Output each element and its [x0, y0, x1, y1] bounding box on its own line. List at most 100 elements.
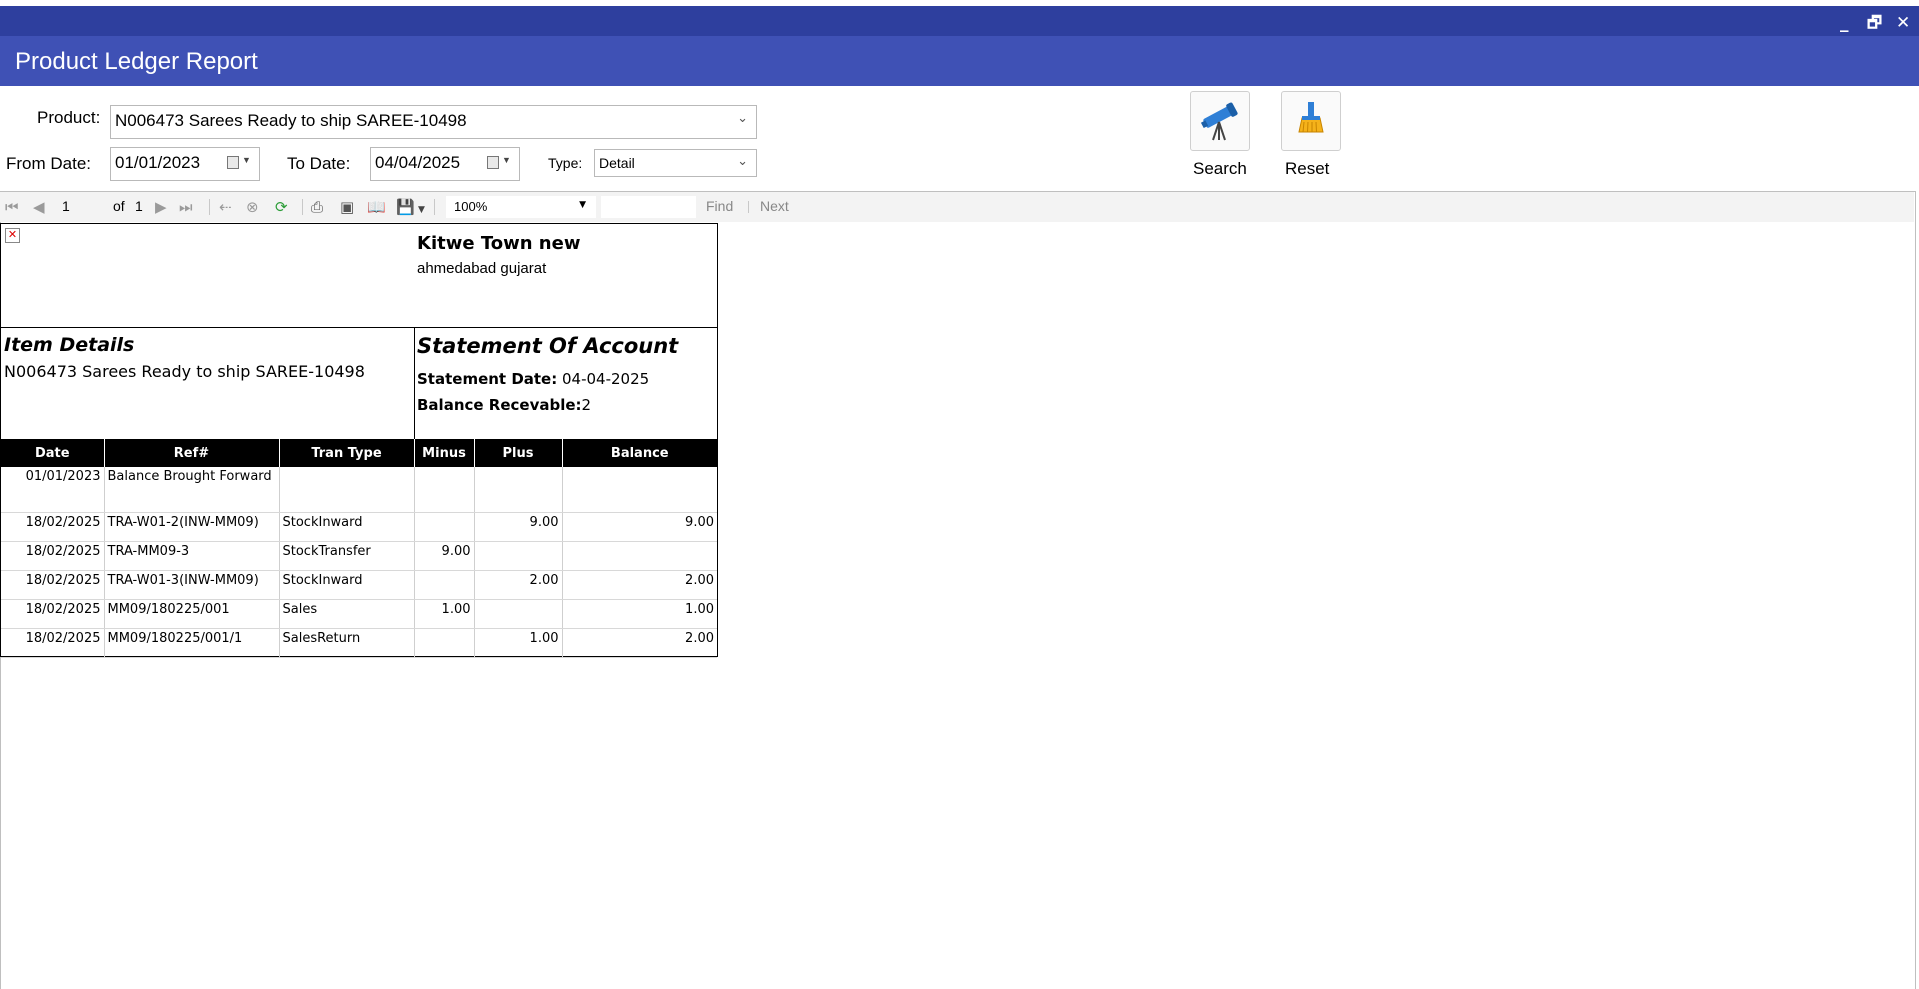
- search-button[interactable]: [1190, 91, 1250, 151]
- cell-balance: [562, 541, 717, 571]
- search-button-label[interactable]: Search: [1193, 159, 1247, 179]
- cell-balance: 9.00: [562, 512, 717, 542]
- cell-type: [279, 467, 415, 513]
- cell-date: 18/02/2025: [1, 599, 105, 629]
- balance-receivable: Balance Recevable:2: [417, 396, 591, 414]
- chevron-down-icon: ⌄: [737, 153, 748, 168]
- to-date-picker[interactable]: 04/04/2025 ▼: [370, 147, 520, 181]
- cell-plus: [474, 467, 563, 513]
- reset-button-label[interactable]: Reset: [1285, 159, 1329, 179]
- cell-date: 18/02/2025: [1, 512, 105, 542]
- table-row: 18/02/2025 MM09/180225/001 Sales 1.00 1.…: [1, 599, 717, 629]
- refresh-icon[interactable]: ⟳: [275, 199, 288, 215]
- product-select[interactable]: N006473 Sarees Ready to ship SAREE-10498…: [110, 105, 757, 139]
- restore-button[interactable]: 🗗: [1867, 14, 1882, 32]
- next-link[interactable]: Next: [760, 198, 789, 214]
- type-select-value: Detail: [599, 155, 635, 171]
- cell-type: StockInward: [279, 512, 415, 542]
- toolbar-separator: [434, 199, 435, 215]
- last-page-icon[interactable]: ⏭: [179, 199, 193, 215]
- cell-type: StockInward: [279, 570, 415, 600]
- page-number-input[interactable]: 1: [62, 198, 70, 214]
- broom-icon: [1298, 102, 1324, 133]
- table-row: 18/02/2025 TRA-W01-3(INW-MM09) StockInwa…: [1, 570, 717, 600]
- page-title: Product Ledger Report: [15, 48, 258, 75]
- column-header: Date: [1, 439, 105, 467]
- page-total: 1: [135, 198, 143, 214]
- telescope-icon: [1200, 102, 1238, 141]
- window-titlebar: _ 🗗 ✕: [0, 6, 1919, 36]
- broken-image-icon: ✕: [5, 228, 20, 243]
- calendar-icon[interactable]: ▼: [227, 155, 253, 171]
- cell-ref: MM09/180225/001: [104, 599, 280, 629]
- type-select[interactable]: Detail ⌄: [594, 149, 757, 177]
- back-icon[interactable]: ⇠: [219, 199, 232, 215]
- cell-minus: [414, 467, 475, 513]
- stop-icon[interactable]: ⊗: [246, 199, 259, 215]
- column-header: Plus: [474, 439, 563, 467]
- table-row: 01/01/2023 Balance Brought Forward: [1, 467, 717, 513]
- page-of-label: of: [113, 198, 125, 214]
- toolbar-separator: [302, 199, 303, 215]
- chevron-down-icon: ⌄: [737, 110, 748, 125]
- column-header: Minus: [414, 439, 475, 467]
- close-button[interactable]: ✕: [1896, 14, 1910, 32]
- cell-type: StockTransfer: [279, 541, 415, 571]
- cell-date: 18/02/2025: [1, 628, 105, 658]
- balance-label: Balance Recevable:: [417, 396, 582, 414]
- chevron-down-icon: ▼: [579, 200, 586, 210]
- cell-minus: 1.00: [414, 599, 475, 629]
- cell-date: 18/02/2025: [1, 570, 105, 600]
- chevron-down-icon[interactable]: ▼: [418, 202, 425, 218]
- cell-ref: MM09/180225/001/1: [104, 628, 280, 658]
- toolbar-separator: [209, 199, 210, 215]
- cell-minus: [414, 570, 475, 600]
- from-date-label: From Date:: [6, 154, 92, 173]
- cell-minus: [414, 628, 475, 658]
- table-row: 18/02/2025 TRA-W01-2(INW-MM09) StockInwa…: [1, 512, 717, 542]
- cell-balance: [562, 467, 717, 513]
- table-header-row: Date Ref# Tran Type Minus Plus Balance: [1, 439, 717, 467]
- cell-balance: 1.00: [562, 599, 717, 629]
- find-link[interactable]: Find: [706, 198, 733, 214]
- calendar-icon[interactable]: ▼: [487, 155, 513, 171]
- page-header: Product Ledger Report: [0, 36, 1919, 86]
- page-setup-icon[interactable]: 📖: [367, 199, 386, 215]
- statement-date-label: Statement Date:: [417, 370, 558, 388]
- minimize-button[interactable]: _: [1840, 14, 1849, 32]
- from-date-picker[interactable]: 01/01/2023 ▼: [110, 147, 260, 181]
- report-toolbar: ⏮ ◀ 1 of 1 ▶ ⏭ ⇠ ⊗ ⟳ ⎙ ▣ 📖 💾 ▼ 100% ▼ Fi…: [0, 192, 1914, 222]
- zoom-select[interactable]: 100% ▼: [446, 196, 596, 218]
- find-text-input[interactable]: [601, 196, 696, 218]
- statement-date: Statement Date: 04-04-2025: [417, 370, 649, 388]
- cell-ref: TRA-MM09-3: [104, 541, 280, 571]
- cell-plus: 1.00: [474, 628, 563, 658]
- product-label: Product:: [37, 108, 101, 127]
- previous-page-icon[interactable]: ◀: [33, 199, 45, 215]
- export-icon[interactable]: 💾: [396, 199, 415, 215]
- balance-value: 2: [581, 396, 592, 414]
- statement-date-value: 04-04-2025: [557, 370, 650, 388]
- cell-balance: 2.00: [562, 570, 717, 600]
- ledger-table: Date Ref# Tran Type Minus Plus Balance 0…: [1, 439, 717, 658]
- cell-plus: 2.00: [474, 570, 563, 600]
- cell-plus: [474, 541, 563, 571]
- cell-type: Sales: [279, 599, 415, 629]
- cell-plus: 9.00: [474, 512, 563, 542]
- statement-heading: Statement Of Account: [417, 334, 679, 358]
- table-row: 18/02/2025 MM09/180225/001/1 SalesReturn…: [1, 628, 717, 658]
- table-row: 18/02/2025 TRA-MM09-3 StockTransfer 9.00: [1, 541, 717, 571]
- to-date-value: 04/04/2025: [375, 153, 461, 172]
- print-layout-icon[interactable]: ▣: [340, 199, 354, 215]
- cell-ref: TRA-W01-3(INW-MM09): [104, 570, 280, 600]
- next-page-icon[interactable]: ▶: [155, 199, 167, 215]
- cell-date: 18/02/2025: [1, 541, 105, 571]
- divider: [1, 327, 717, 328]
- cell-minus: 9.00: [414, 541, 475, 571]
- first-page-icon[interactable]: ⏮: [5, 199, 19, 215]
- cell-date: 01/01/2023: [1, 467, 105, 513]
- print-icon[interactable]: ⎙: [311, 199, 323, 215]
- company-address: ahmedabad gujarat: [417, 260, 547, 277]
- column-header: Ref#: [104, 439, 280, 467]
- reset-button[interactable]: [1281, 91, 1341, 151]
